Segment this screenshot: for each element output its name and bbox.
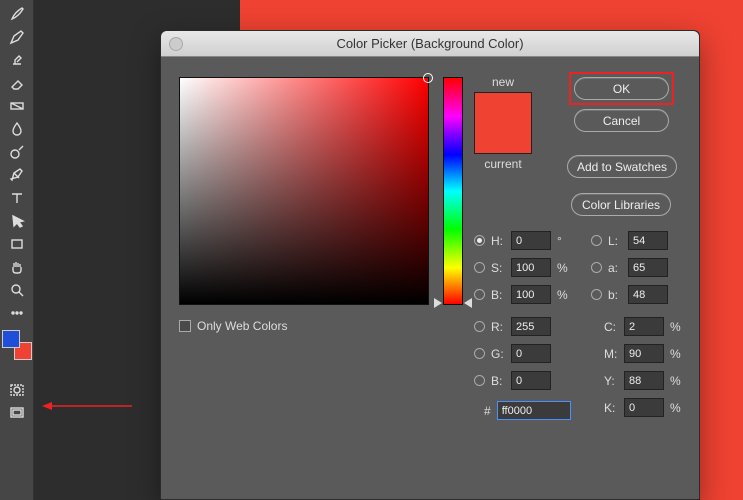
c-field[interactable] <box>624 317 664 336</box>
only-web-label: Only Web Colors <box>197 319 287 333</box>
sat-field[interactable] <box>511 258 551 277</box>
quick-mask-icon[interactable] <box>0 378 34 401</box>
field-label: B: <box>491 288 505 302</box>
bri-radio[interactable] <box>474 289 485 300</box>
edit-toolbar-icon[interactable] <box>0 301 34 324</box>
hue-radio[interactable] <box>474 235 485 246</box>
color-libraries-button[interactable]: Color Libraries <box>571 193 671 216</box>
bl-field[interactable] <box>628 285 668 304</box>
r-radio[interactable] <box>474 321 485 332</box>
new-current-preview: new current <box>474 75 532 171</box>
field-label: a: <box>608 261 622 275</box>
a-radio[interactable] <box>591 262 602 273</box>
field-label: B: <box>491 374 505 388</box>
b-field[interactable] <box>511 371 551 390</box>
current-label: current <box>474 157 532 171</box>
g-radio[interactable] <box>474 348 485 359</box>
add-to-swatches-button[interactable]: Add to Swatches <box>567 155 677 178</box>
cancel-button[interactable]: Cancel <box>574 109 669 132</box>
clone-stamp-icon[interactable] <box>0 48 34 71</box>
close-window-icon[interactable] <box>169 37 183 51</box>
field-label: H: <box>491 234 505 248</box>
k-field[interactable] <box>624 398 664 417</box>
brush-tool-icon[interactable] <box>0 2 34 25</box>
field-label: S: <box>491 261 505 275</box>
sat-radio[interactable] <box>474 262 485 273</box>
annotation-arrow <box>42 398 132 408</box>
blur-tool-icon[interactable] <box>0 117 34 140</box>
hue-marker[interactable] <box>464 298 472 308</box>
hex-field[interactable] <box>497 401 571 420</box>
bri-field[interactable] <box>511 285 551 304</box>
only-web-checkbox[interactable] <box>179 320 191 332</box>
field-label: M: <box>604 347 618 361</box>
m-field[interactable] <box>624 344 664 363</box>
screen-mode-icon[interactable] <box>0 401 34 424</box>
gradient-tool-icon[interactable] <box>0 94 34 117</box>
hue-field[interactable] <box>511 231 551 250</box>
hue-slider[interactable] <box>443 77 463 305</box>
current-color-swatch[interactable] <box>475 123 531 153</box>
y-field[interactable] <box>624 371 664 390</box>
type-tool-icon[interactable] <box>0 186 34 209</box>
saturation-value-picker[interactable] <box>179 77 429 305</box>
dodge-tool-icon[interactable] <box>0 140 34 163</box>
field-label: Y: <box>604 374 618 388</box>
tools-panel <box>0 0 34 500</box>
new-label: new <box>474 75 532 89</box>
a-field[interactable] <box>628 258 668 277</box>
hex-label: # <box>484 404 491 418</box>
pen-tool-icon[interactable] <box>0 163 34 186</box>
color-swatches[interactable] <box>2 330 32 360</box>
color-picker-dialog: Color Picker (Background Color) new curr… <box>160 30 700 500</box>
only-web-colors-row: Only Web Colors <box>179 319 287 333</box>
foreground-swatch[interactable] <box>2 330 20 348</box>
field-label: C: <box>604 320 618 334</box>
ok-button[interactable]: OK <box>574 77 669 100</box>
rectangle-tool-icon[interactable] <box>0 232 34 255</box>
field-label: b: <box>608 288 622 302</box>
zoom-tool-icon[interactable] <box>0 278 34 301</box>
eraser-tool-icon[interactable] <box>0 71 34 94</box>
r-field[interactable] <box>511 317 551 336</box>
b-radio[interactable] <box>474 375 485 386</box>
l-radio[interactable] <box>591 235 602 246</box>
sv-indicator[interactable] <box>423 73 433 83</box>
mixer-brush-icon[interactable] <box>0 25 34 48</box>
g-field[interactable] <box>511 344 551 363</box>
path-selection-icon[interactable] <box>0 209 34 232</box>
field-label: K: <box>604 401 618 415</box>
field-label: L: <box>608 234 622 248</box>
field-label: G: <box>491 347 505 361</box>
hand-tool-icon[interactable] <box>0 255 34 278</box>
hue-marker[interactable] <box>434 298 442 308</box>
l-field[interactable] <box>628 231 668 250</box>
dialog-title: Color Picker (Background Color) <box>336 36 523 51</box>
bl-radio[interactable] <box>591 289 602 300</box>
field-label: R: <box>491 320 505 334</box>
new-color-swatch <box>475 93 531 123</box>
dialog-title-bar[interactable]: Color Picker (Background Color) <box>161 31 699 57</box>
